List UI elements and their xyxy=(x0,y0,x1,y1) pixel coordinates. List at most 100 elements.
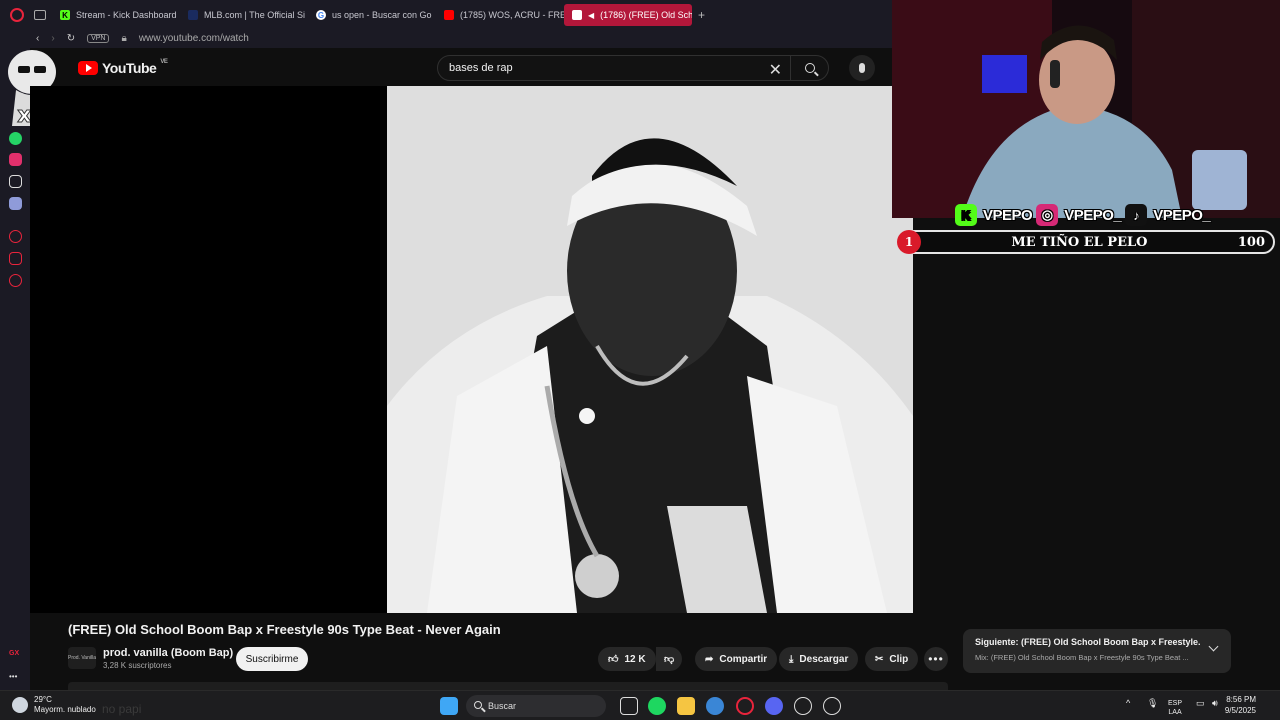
spotify-icon[interactable] xyxy=(648,697,666,715)
windows-taskbar: 29°C Mayorm. nublado Buscar ^ 🎙︎ ESP LAA… xyxy=(0,690,1280,720)
whatsapp-icon[interactable] xyxy=(9,132,22,145)
tab-youtube-wos[interactable]: (1785) WOS, ACRU - FREE xyxy=(436,4,564,26)
microphone-icon[interactable]: 🎙︎ xyxy=(1147,699,1158,708)
goal-progress-badge: 1 xyxy=(897,230,921,254)
up-next-card[interactable]: Siguiente: (FREE) Old School Boom Bap x … xyxy=(963,629,1231,673)
chevron-down-icon[interactable] xyxy=(1208,641,1219,652)
tab-youtube-active[interactable]: ◀ (1786) (FREE) Old Sch xyxy=(564,4,692,26)
forward-icon[interactable]: › xyxy=(51,33,54,44)
thumbs-down-icon: 👎︎ xyxy=(664,654,675,665)
tab-label: MLB.com | The Official Si xyxy=(204,10,306,20)
monitor-icon[interactable]: ▭ xyxy=(1196,699,1205,708)
youtube-icon xyxy=(572,10,582,20)
discord-icon[interactable] xyxy=(765,697,783,715)
back-icon[interactable]: ‹ xyxy=(36,33,39,44)
rapper-photo xyxy=(387,86,913,613)
tab-label: (1785) WOS, ACRU - FREE xyxy=(460,10,564,20)
kick-icon: K xyxy=(60,10,70,20)
video-title: (FREE) Old School Boom Bap x Freestyle 9… xyxy=(68,622,501,637)
settings-icon[interactable] xyxy=(9,274,22,287)
youtube-header: YouTube VE bases de rap ✕ xyxy=(30,48,892,86)
browser-tab-bar: K Stream - Kick Dashboard MLB.com | The … xyxy=(0,0,975,30)
instagram-icon[interactable] xyxy=(9,153,22,166)
discord-icon[interactable] xyxy=(9,197,22,210)
kick-handle: VPEPO xyxy=(983,206,1033,224)
download-label: Descargar xyxy=(799,653,849,665)
youtube-icon xyxy=(444,10,454,20)
speaker-icon: ◀ xyxy=(588,10,595,20)
download-button[interactable]: ⤓ Descargar xyxy=(779,647,859,671)
google-icon: G xyxy=(316,10,326,20)
video-thumbnail-frame[interactable] xyxy=(387,86,913,613)
tab-kick-dashboard[interactable]: K Stream - Kick Dashboard xyxy=(52,4,180,26)
tab-mlb[interactable]: MLB.com | The Official Si xyxy=(180,4,308,26)
obs-icon[interactable] xyxy=(823,697,841,715)
system-clock[interactable]: 8:56 PM 9/5/2025 xyxy=(1225,694,1256,716)
kick-icon: K xyxy=(955,204,977,226)
webcam-feed xyxy=(892,0,1280,218)
region-code: VE xyxy=(160,59,168,65)
subscribe-button[interactable]: Suscribirme xyxy=(236,647,308,671)
tab-label: us open - Buscar con Go xyxy=(332,10,432,20)
search-icon xyxy=(474,701,482,709)
scissors-icon: ✂ xyxy=(875,653,884,665)
subscriber-count: 3,28 K suscriptores xyxy=(103,661,172,670)
clip-button[interactable]: ✂ Clip xyxy=(865,647,919,671)
search-input[interactable]: bases de rap ✕ xyxy=(437,55,829,81)
taskbar-search[interactable]: Buscar xyxy=(466,695,606,717)
clip-label: Clip xyxy=(889,653,909,665)
download-icon: ⤓ xyxy=(789,653,794,665)
tab-label: (1786) (FREE) Old Sch xyxy=(600,10,692,20)
extensions-icon[interactable] xyxy=(9,252,22,265)
language-bottom: LAA xyxy=(1168,709,1182,716)
file-explorer-icon[interactable] xyxy=(677,697,695,715)
search-icon xyxy=(804,63,815,73)
task-view-icon[interactable] xyxy=(620,697,638,715)
voice-search-button[interactable] xyxy=(849,55,875,81)
more-sidebar-icon[interactable]: ••• xyxy=(9,672,22,685)
search-button[interactable] xyxy=(790,56,828,80)
opera-gx-icon[interactable] xyxy=(736,697,754,715)
speaker-icon[interactable]: 🔊︎ xyxy=(1212,699,1218,708)
url-field[interactable]: www.youtube.com/watch xyxy=(139,33,249,44)
tiktok-icon[interactable] xyxy=(9,175,22,188)
temperature: 29°C xyxy=(34,695,52,704)
app-icon[interactable] xyxy=(794,697,812,715)
tab-label: Stream - Kick Dashboard xyxy=(76,10,177,20)
like-button[interactable]: 👍︎ 12 K xyxy=(598,647,656,671)
more-actions-button[interactable]: ••• xyxy=(924,647,948,671)
new-tab-button[interactable]: + xyxy=(692,8,711,22)
tab-google-search[interactable]: G us open - Buscar con Go xyxy=(308,4,436,26)
vpn-badge[interactable]: VPN xyxy=(87,33,110,43)
language-top: ESP xyxy=(1168,700,1183,707)
chevron-up-icon[interactable]: ^ xyxy=(1126,699,1130,708)
clock-time: 8:56 PM xyxy=(1226,695,1256,704)
taskbar-search-label: Buscar xyxy=(488,701,517,711)
share-button[interactable]: ➦ Compartir xyxy=(695,647,778,671)
microphone-icon xyxy=(859,63,865,73)
up-next-subtitle: Mix: (FREE) Old School Boom Bap x Freest… xyxy=(975,653,1189,662)
instagram-handle: VPEPO_ xyxy=(1064,206,1122,224)
app-icon[interactable] xyxy=(706,697,724,715)
screen: K Stream - Kick Dashboard MLB.com | The … xyxy=(0,0,1280,720)
history-icon[interactable] xyxy=(9,230,22,243)
social-handles: K VPEPO ◎ VPEPO_ ♪ VPEPO_ xyxy=(955,204,1211,226)
reload-icon[interactable]: ↻ xyxy=(67,33,75,44)
tab-islands-icon[interactable] xyxy=(34,10,46,20)
weather-widget[interactable]: 29°C Mayorm. nublado xyxy=(12,695,96,715)
clear-search-icon[interactable]: ✕ xyxy=(769,60,782,80)
browser-sidebar: GX ••• xyxy=(0,30,30,690)
language-indicator[interactable]: ESP LAA xyxy=(1168,699,1182,717)
channel-avatar[interactable]: Prod. Vanilla xyxy=(68,647,96,669)
dislike-button[interactable]: 👎︎ xyxy=(656,647,683,671)
channel-name[interactable]: prod. vanilla (Boom Bap) xyxy=(103,647,233,659)
gx-corner-icon[interactable]: GX xyxy=(9,650,22,663)
like-count: 12 K xyxy=(624,653,646,665)
instagram-icon: ◎ xyxy=(1036,204,1059,226)
overlay-ghost-text: no papi xyxy=(102,702,142,716)
windows-start-icon[interactable] xyxy=(440,697,458,715)
comment-box-edge xyxy=(68,682,948,690)
opera-gx-logo-icon[interactable] xyxy=(10,8,24,22)
youtube-logo[interactable]: YouTube VE xyxy=(78,59,168,76)
search-query: bases de rap xyxy=(449,62,513,74)
